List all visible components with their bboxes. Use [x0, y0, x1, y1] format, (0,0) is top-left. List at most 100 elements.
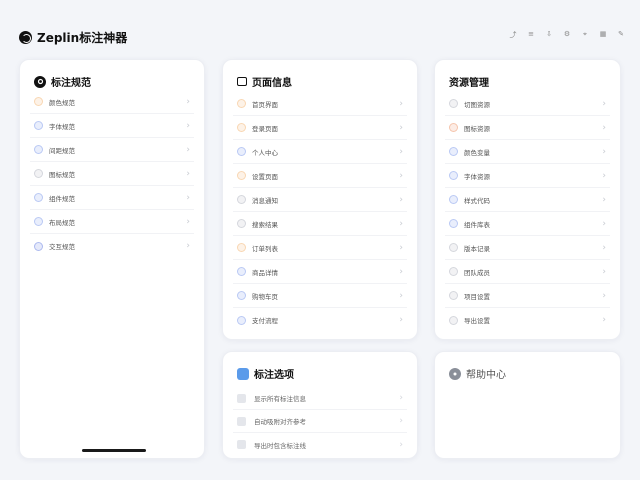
chevron-right-icon: › [399, 290, 403, 301]
spec-item-label: 图标规范 [49, 170, 75, 179]
resource-item-icon [449, 291, 458, 300]
spec-item-icon [34, 145, 43, 154]
page-item-label: 设置页面 [252, 172, 278, 181]
option-checkbox[interactable] [237, 393, 246, 403]
spec-item[interactable]: 字体规范 › [30, 114, 194, 138]
spec-item-icon [34, 241, 43, 251]
edit-icon[interactable]: ✎ [616, 30, 626, 40]
resources-panel: 资源管理 切图资源 › 图标资源 › 颜色变量 › 字体资源 › 样式代码 › 组件库表 › 版本记录 ›… [434, 59, 621, 340]
option-row[interactable]: 自动吸附对齐参考 › [233, 410, 407, 433]
chevron-right-icon: › [399, 266, 403, 277]
layers-icon[interactable]: ≡ [526, 30, 536, 40]
help-panel-header[interactable]: 帮助中心 [449, 366, 506, 381]
scrollbar[interactable] [82, 449, 146, 452]
app-title: Zeplin标注神器 [37, 31, 128, 45]
spec-item[interactable]: 间距规范 › [30, 138, 194, 162]
options-panel-header: 标注选项 [237, 366, 294, 381]
spec-item-label: 交互规范 [49, 243, 75, 251]
chevron-right-icon: › [186, 192, 190, 203]
chevron-right-icon: › [399, 416, 403, 426]
help-panel: 帮助中心 [434, 351, 621, 459]
page-item-icon [237, 123, 246, 132]
page-item-label: 订单列表 [252, 244, 278, 253]
page-item[interactable]: 个人中心 › [233, 140, 407, 164]
pages-panel-title: 页面信息 [252, 78, 292, 89]
resource-item[interactable]: 切图资源 › [445, 92, 610, 116]
spec-item-icon [34, 193, 43, 202]
page-item-icon [237, 147, 246, 156]
resource-item[interactable]: 版本记录 › [445, 236, 610, 260]
resource-item[interactable]: 样式代码 › [445, 188, 610, 212]
resource-item-label: 项目设置 [464, 292, 490, 301]
option-checkbox[interactable] [237, 416, 246, 426]
page-item-icon [237, 243, 246, 252]
spec-icon [34, 75, 46, 88]
option-label: 显示所有标注信息 [254, 395, 306, 403]
resource-item[interactable]: 颜色变量 › [445, 140, 610, 164]
resource-item-label: 版本记录 [464, 244, 490, 253]
download-icon[interactable]: ⇩ [544, 30, 554, 40]
resource-item-label: 团队成员 [464, 268, 490, 277]
page-item[interactable]: 搜索结果 › [233, 212, 407, 236]
pages-panel-header: 页面信息 [237, 74, 292, 89]
share-icon[interactable]: ⤴ [508, 30, 518, 40]
resource-item[interactable]: 组件库表 › [445, 212, 610, 236]
resource-item-icon [449, 171, 458, 180]
option-row[interactable]: 显示所有标注信息 › [233, 387, 407, 410]
resource-item-label: 切图资源 [464, 100, 490, 109]
spec-item[interactable]: 图标规范 › [30, 162, 194, 186]
page-item[interactable]: 设置页面 › [233, 164, 407, 188]
spec-item[interactable]: 布局规范 › [30, 210, 194, 234]
options-list: 显示所有标注信息 › 自动吸附对齐参考 › 导出时包含标注线 › [233, 387, 407, 456]
spec-item[interactable]: 颜色规范 › [30, 90, 194, 114]
resource-item-icon [449, 219, 458, 228]
grid-icon[interactable]: ▦ [598, 30, 608, 40]
resource-item[interactable]: 导出设置 › [445, 308, 610, 332]
resource-item-icon [449, 315, 458, 325]
spec-item-icon [34, 97, 43, 106]
option-row[interactable]: 导出时包含标注线 › [233, 433, 407, 456]
chevron-right-icon: › [602, 290, 606, 301]
page-item[interactable]: 支付流程 › [233, 308, 407, 332]
spec-item-label: 组件规范 [49, 194, 75, 203]
resource-item[interactable]: 团队成员 › [445, 260, 610, 284]
page-item-label: 购物车页 [252, 292, 278, 301]
page-item-icon [237, 267, 246, 276]
chevron-right-icon: › [399, 170, 403, 181]
resource-item[interactable]: 项目设置 › [445, 284, 610, 308]
page-item-label: 登录页面 [252, 124, 278, 133]
chevron-right-icon: › [186, 120, 190, 131]
page-item[interactable]: 首页界面 › [233, 92, 407, 116]
spec-item[interactable]: 组件规范 › [30, 186, 194, 210]
spec-item[interactable]: 交互规范 › [30, 234, 194, 258]
page-item[interactable]: 消息通知 › [233, 188, 407, 212]
spec-item-icon [34, 217, 43, 226]
zeplin-logo-icon [19, 31, 32, 44]
page-item-label: 个人中心 [252, 148, 278, 157]
page-item[interactable]: 登录页面 › [233, 116, 407, 140]
chevron-right-icon: › [602, 98, 606, 109]
page-item[interactable]: 订单列表 › [233, 236, 407, 260]
page-item-icon [237, 99, 246, 108]
page-item-label: 消息通知 [252, 196, 278, 205]
resource-item-icon [449, 195, 458, 204]
resource-item-icon [449, 267, 458, 276]
spec-item-label: 字体规范 [49, 122, 75, 131]
page-item[interactable]: 商品详情 › [233, 260, 407, 284]
resources-panel-title: 资源管理 [449, 78, 489, 89]
app-logo[interactable]: Zeplin标注神器 [19, 29, 127, 46]
chevron-right-icon: › [602, 194, 606, 205]
chevron-right-icon: › [602, 242, 606, 253]
app-header: Zeplin标注神器 ⤴ ≡ ⇩ ⚙ ⌖ ▦ ✎ [0, 0, 640, 56]
inspect-icon[interactable]: ⌖ [580, 30, 590, 40]
settings-icon[interactable]: ⚙ [562, 30, 572, 40]
page-item[interactable]: 购物车页 › [233, 284, 407, 308]
folder-icon [237, 367, 249, 380]
resource-item-label: 图标资源 [464, 124, 490, 133]
resources-list: 切图资源 › 图标资源 › 颜色变量 › 字体资源 › 样式代码 › 组件库表 › 版本记录 › 团队成员 ›… [445, 92, 610, 332]
option-checkbox[interactable] [237, 440, 246, 449]
resource-item-icon [449, 123, 458, 132]
spec-item-label: 间距规范 [49, 146, 75, 155]
resource-item[interactable]: 字体资源 › [445, 164, 610, 188]
resource-item[interactable]: 图标资源 › [445, 116, 610, 140]
